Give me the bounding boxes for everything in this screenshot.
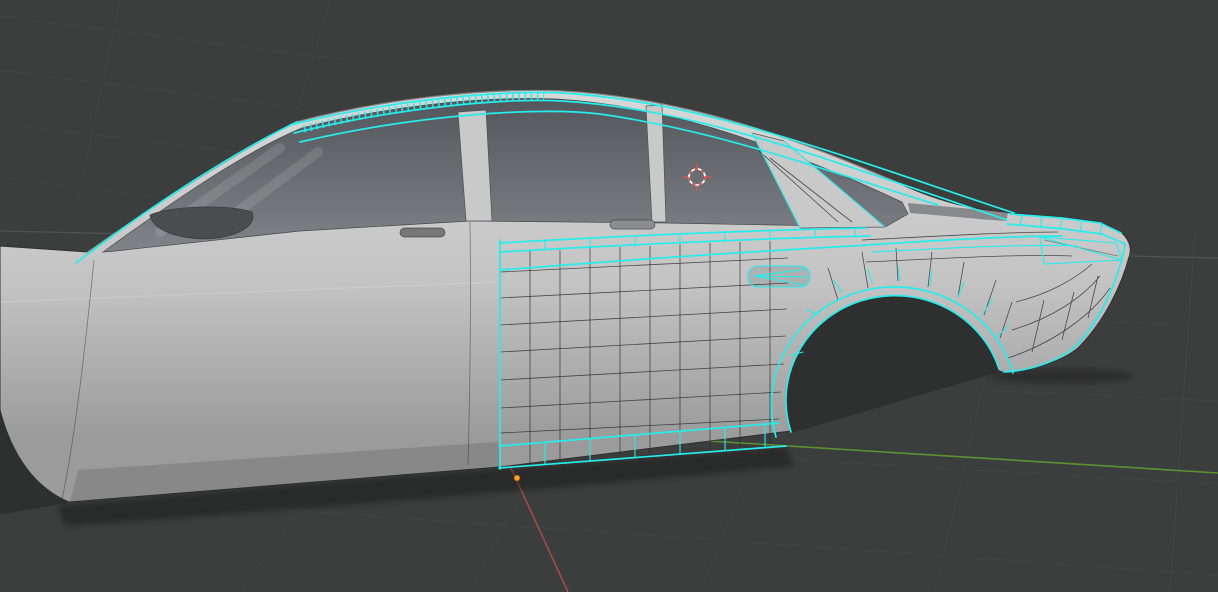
- viewport-canvas[interactable]: [0, 0, 1218, 592]
- object-origin-dot[interactable]: [513, 474, 521, 482]
- front-door-handle[interactable]: [399, 227, 446, 238]
- rear-door-handle[interactable]: [609, 219, 656, 230]
- viewport[interactable]: [0, 0, 1218, 592]
- car-model[interactable]: [0, 89, 1131, 515]
